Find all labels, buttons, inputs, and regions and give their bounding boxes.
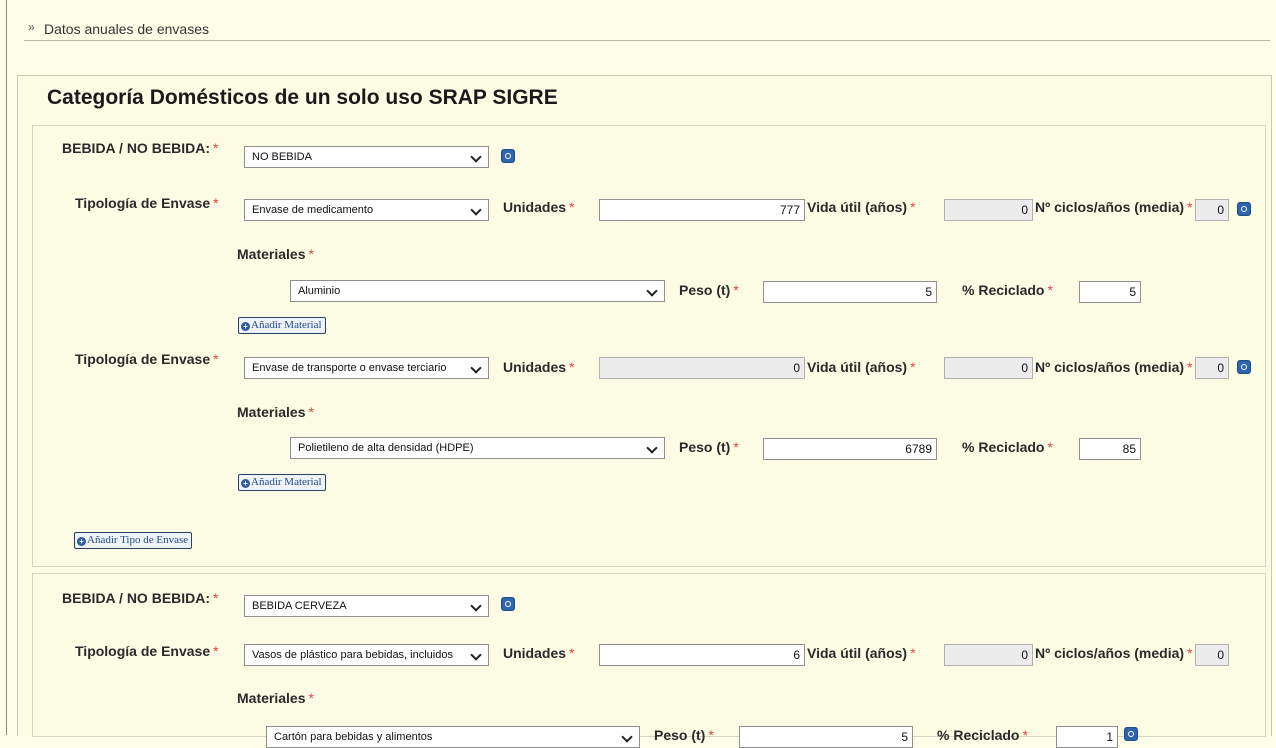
bebida-label: BEBIDA / NO BEBIDA: * (62, 140, 219, 156)
vida-util-input: 0 (944, 644, 1033, 666)
chevron-down-icon (621, 731, 633, 743)
plus-circle-icon: + (77, 537, 86, 546)
ciclos-label: Nº ciclos/años (media) * (1035, 645, 1193, 661)
peso-label: Peso (t) * (679, 282, 739, 298)
settings-icon[interactable] (501, 597, 515, 611)
vida-util-label: Vida útil (años) * (807, 645, 916, 661)
tipologia-select[interactable]: Envase de medicamento (244, 199, 489, 221)
chevron-down-icon (646, 442, 658, 454)
chevron-down-icon (470, 600, 482, 612)
tipologia-label: Tipología de Envase * (75, 643, 219, 659)
unidades-label: Unidades * (503, 199, 575, 215)
chevron-down-icon (470, 649, 482, 661)
ciclos-input: 0 (1195, 199, 1229, 221)
plus-circle-icon: + (241, 479, 250, 488)
bebida-label: BEBIDA / NO BEBIDA: * (62, 590, 219, 606)
settings-icon[interactable] (1237, 360, 1251, 374)
tipologia-label: Tipología de Envase * (75, 195, 219, 211)
peso-input[interactable]: 5 (763, 281, 937, 303)
section-header[interactable]: » Datos anuales de envases (24, 18, 1270, 41)
ciclos-input: 0 (1195, 357, 1229, 379)
materiales-label: Materiales * (237, 690, 314, 706)
reciclado-label: % Reciclado * (937, 727, 1028, 743)
unidades-label: Unidades * (503, 645, 575, 661)
add-tipo-envase-button[interactable]: + Añadir Tipo de Envase (74, 532, 193, 549)
chevron-down-icon (470, 151, 482, 163)
bebida-select[interactable]: BEBIDA CERVEZA (244, 595, 489, 617)
peso-label: Peso (t) * (654, 727, 714, 743)
materiales-label: Materiales * (237, 404, 314, 420)
tipologia-select[interactable]: Envase de transporte o envase terciario (244, 357, 489, 379)
chevron-down-icon (470, 204, 482, 216)
material-select[interactable]: Polietileno de alta densidad (HDPE) (290, 437, 665, 459)
reciclado-label: % Reciclado * (962, 282, 1053, 298)
peso-label: Peso (t) * (679, 439, 739, 455)
reciclado-input[interactable]: 5 (1079, 281, 1141, 303)
unidades-label: Unidades * (503, 359, 575, 375)
reciclado-input[interactable]: 85 (1079, 438, 1141, 460)
materiales-label: Materiales * (237, 246, 314, 262)
category-title: Categoría Domésticos de un solo uso SRAP… (47, 86, 558, 109)
tipologia-select[interactable]: Vasos de plástico para bebidas, incluido… (244, 644, 489, 666)
vida-util-label: Vida útil (años) * (807, 199, 916, 215)
left-border (6, 0, 7, 735)
group-box-1 (32, 125, 1266, 567)
add-material-button[interactable]: + Añadir Material (238, 474, 326, 491)
ciclos-label: Nº ciclos/años (media) * (1035, 359, 1193, 375)
vida-util-input: 0 (944, 357, 1033, 379)
ciclos-input: 0 (1195, 644, 1229, 666)
reciclado-input[interactable]: 1 (1056, 726, 1118, 748)
plus-circle-icon: + (241, 322, 250, 331)
peso-input[interactable]: 5 (739, 726, 913, 748)
chevron-down-icon (470, 362, 482, 374)
unidades-input[interactable]: 777 (599, 199, 805, 221)
reciclado-label: % Reciclado * (962, 439, 1053, 455)
vida-util-label: Vida útil (años) * (807, 359, 916, 375)
settings-icon[interactable] (501, 149, 515, 163)
material-select[interactable]: Cartón para bebidas y alimentos (266, 726, 640, 748)
ciclos-label: Nº ciclos/años (media) * (1035, 199, 1193, 215)
bebida-select[interactable]: NO BEBIDA (244, 146, 489, 168)
vida-util-input: 0 (944, 199, 1033, 221)
settings-icon[interactable] (1124, 727, 1138, 741)
settings-icon[interactable] (1237, 202, 1251, 216)
material-select[interactable]: Aluminio (290, 280, 665, 302)
peso-input[interactable]: 6789 (763, 438, 937, 460)
unidades-input[interactable]: 6 (599, 644, 805, 666)
add-material-button[interactable]: + Añadir Material (238, 317, 326, 334)
section-title[interactable]: Datos anuales de envases (44, 21, 209, 37)
unidades-input: 0 (599, 357, 805, 379)
chevron-down-icon (646, 285, 658, 297)
section-expand-icon[interactable]: » (28, 20, 35, 34)
tipologia-label: Tipología de Envase * (75, 351, 219, 367)
